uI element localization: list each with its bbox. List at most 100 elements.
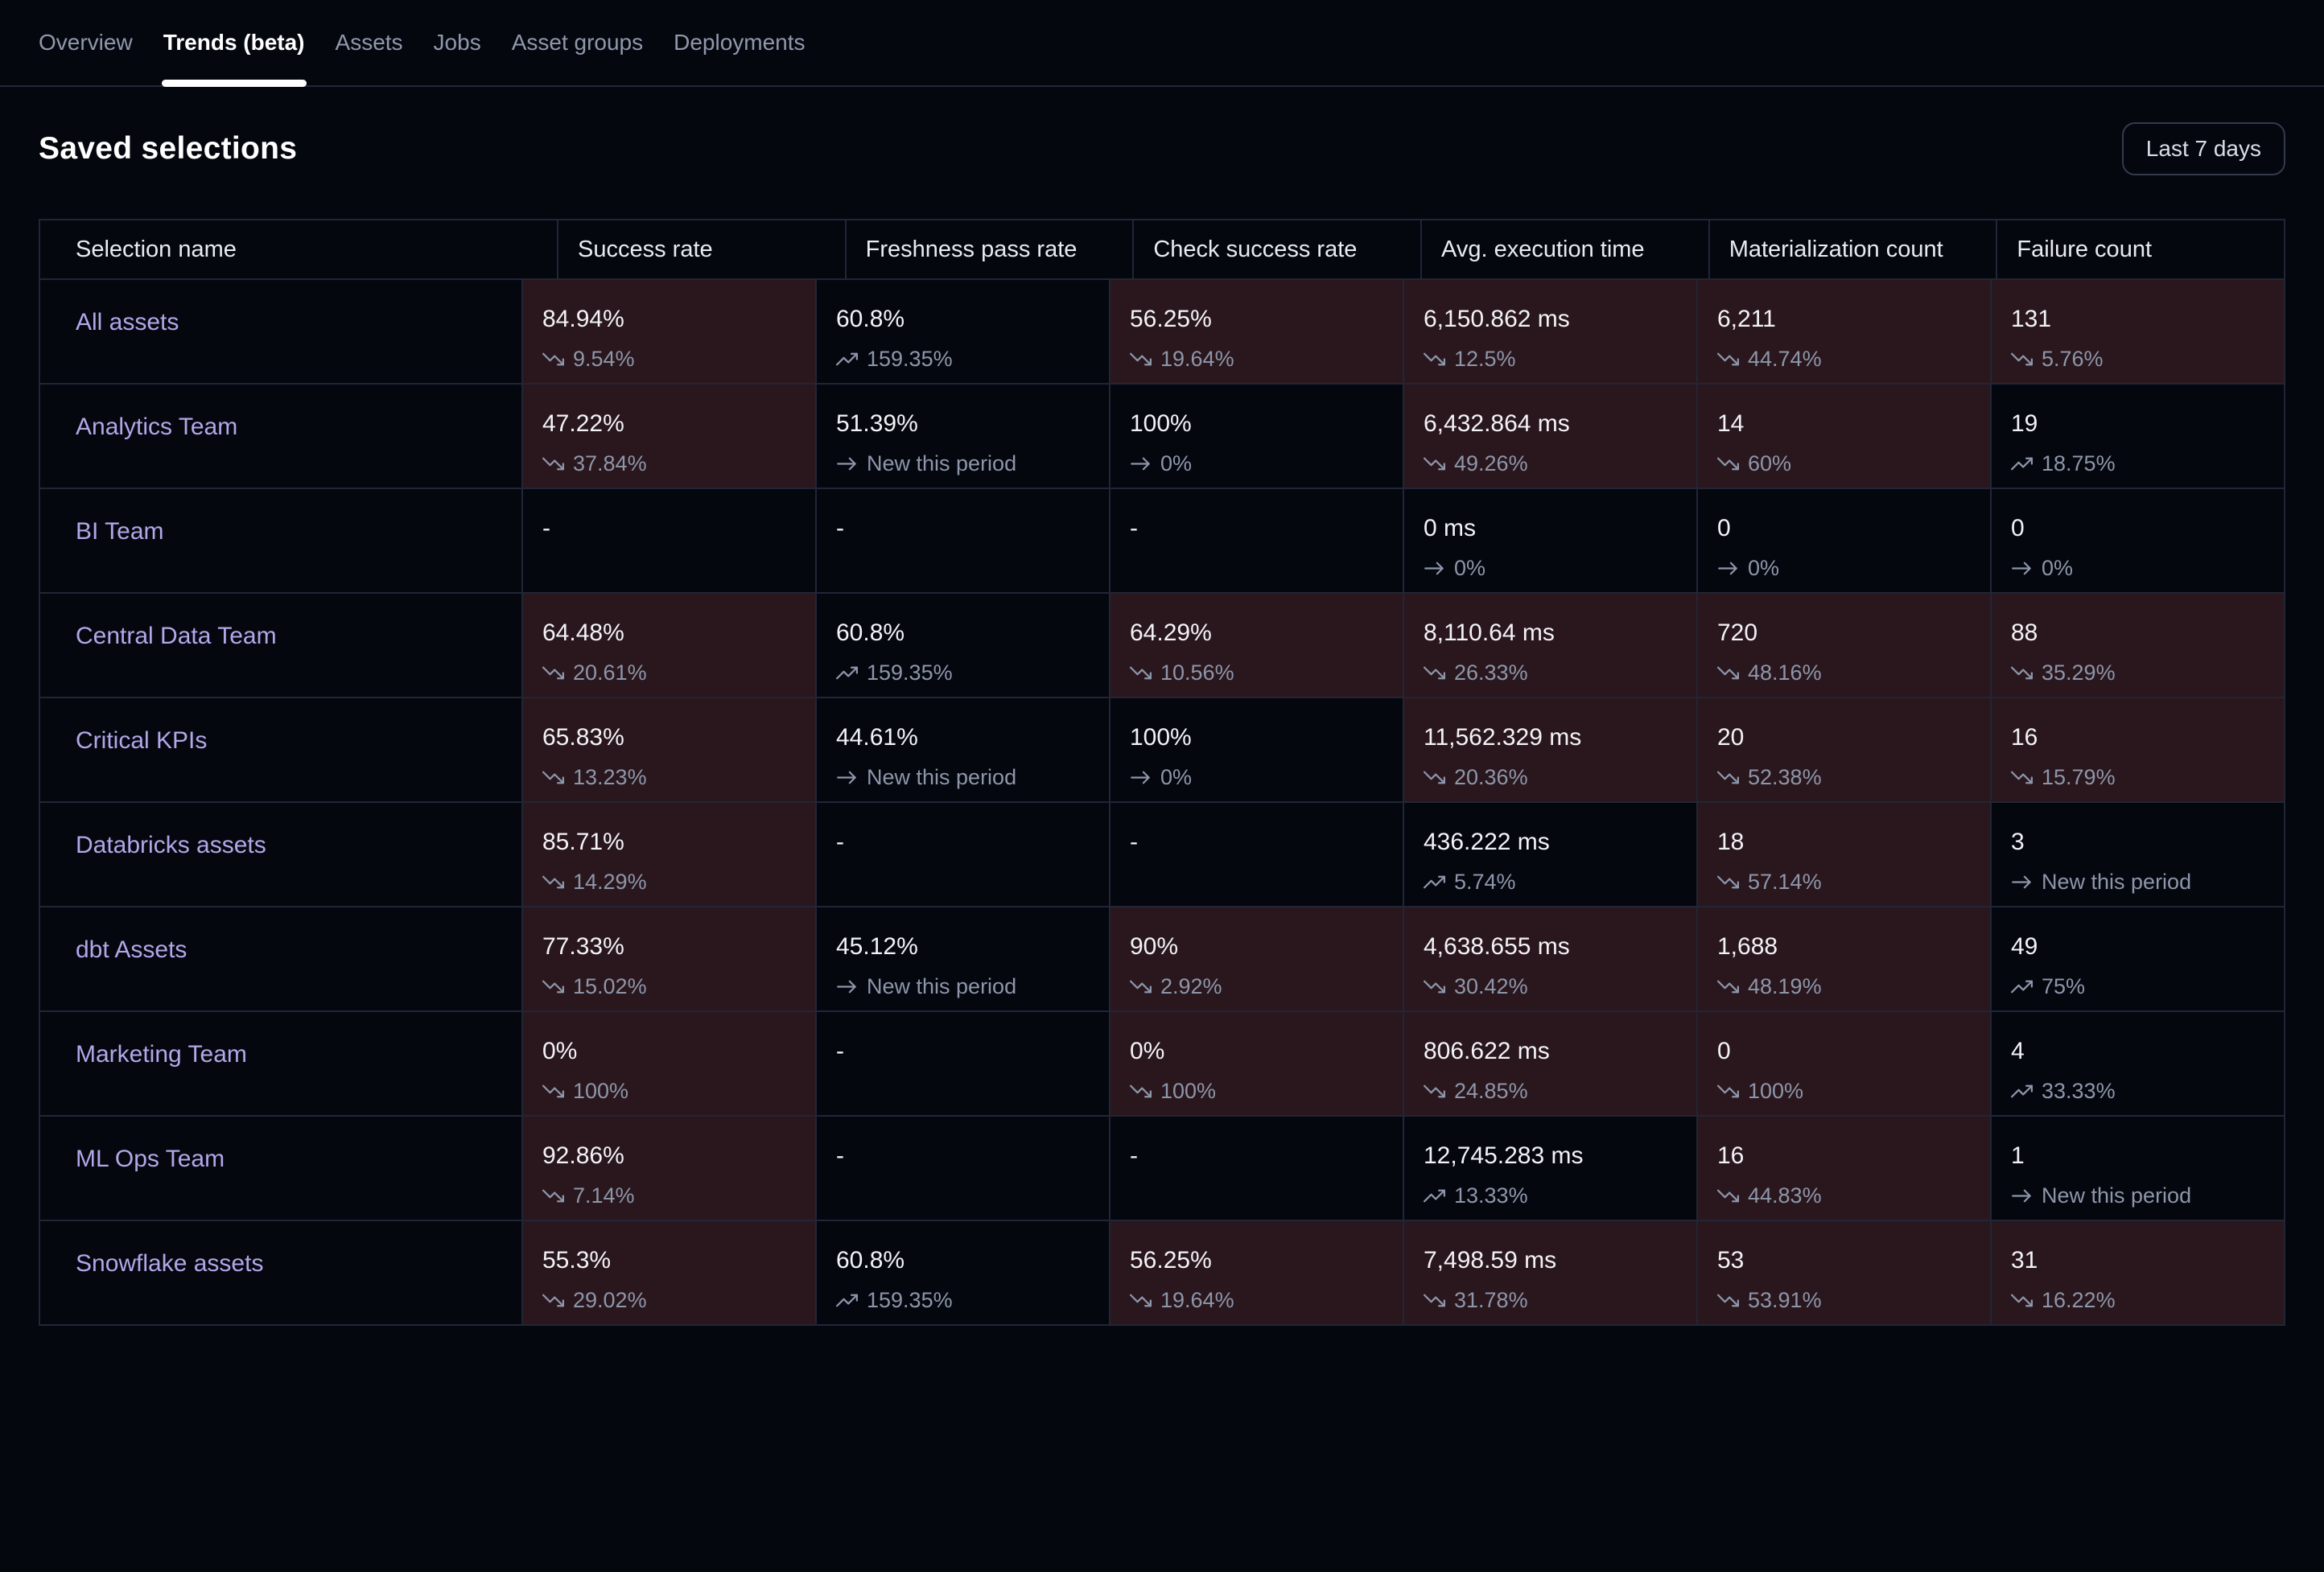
metric-value: 436.222 ms	[1424, 829, 1696, 856]
metric-value: 88	[2011, 619, 2284, 647]
page-header: Saved selections Last 7 days	[39, 122, 2285, 175]
metric-value: -	[836, 515, 1109, 542]
metric-cell: -	[1109, 1117, 1403, 1220]
nav-tab-trends-beta[interactable]: Trends (beta)	[162, 0, 307, 85]
metric-value: 47.22%	[542, 410, 815, 438]
table-header-row: Selection nameSuccess rateFreshness pass…	[40, 220, 2284, 278]
metric-cell: -	[521, 489, 815, 592]
selection-name-cell: dbt Assets	[40, 907, 521, 1010]
metric-delta: 14.29%	[542, 870, 815, 895]
metric-cell: 47.22% 37.84%	[521, 385, 815, 488]
trend-down-icon	[2011, 1290, 2033, 1311]
nav-tab-asset-groups[interactable]: Asset groups	[510, 0, 645, 85]
trend-down-icon	[542, 348, 564, 370]
metric-delta: 0%	[2011, 556, 2284, 581]
metric-cell: 77.33%15.02%	[521, 907, 815, 1010]
metric-delta-label: 2.92%	[1160, 974, 1222, 999]
metric-delta-label: 16.22%	[2042, 1288, 2116, 1313]
table-row: Snowflake assets55.3%29.02%60.8%159.35%5…	[40, 1220, 2284, 1324]
metric-cell: 60.8%159.35%	[815, 594, 1109, 697]
metric-cell: 0%100%	[521, 1012, 815, 1115]
metric-value: 100%	[1130, 410, 1403, 438]
trend-down-icon	[1424, 348, 1445, 370]
trend-down-icon	[1130, 1080, 1152, 1102]
trend-flat-icon	[2011, 558, 2033, 579]
metric-delta: 100%	[542, 1079, 815, 1104]
metric-delta-label: 0%	[1160, 451, 1192, 476]
metric-delta-label: 29.02%	[573, 1288, 647, 1313]
metric-value: 11,562.329 ms	[1424, 724, 1696, 751]
saved-selections-table: Selection nameSuccess rateFreshness pass…	[39, 219, 2285, 1326]
selection-link-bi-team[interactable]: BI Team	[76, 518, 164, 545]
trend-down-icon	[1424, 1290, 1445, 1311]
trend-down-icon	[1130, 348, 1152, 370]
nav-tab-label: Jobs	[434, 30, 481, 56]
metric-delta: 159.35%	[836, 1288, 1109, 1313]
column-header-freshness-pass-rate: Freshness pass rate	[845, 220, 1133, 278]
nav-tab-label: Asset groups	[512, 30, 643, 56]
selection-link-snowflake-assets[interactable]: Snowflake assets	[76, 1250, 263, 1277]
date-range-button[interactable]: Last 7 days	[2122, 122, 2285, 175]
metric-delta-label: 100%	[573, 1079, 628, 1104]
metric-delta-label: 53.91%	[1748, 1288, 1822, 1313]
metric-cell: 92.86%7.14%	[521, 1117, 815, 1220]
metric-delta: 53.91%	[1717, 1288, 1990, 1313]
metric-cell: 12,745.283 ms13.33%	[1403, 1117, 1696, 1220]
trend-up-icon	[836, 662, 858, 684]
metric-delta-label: 10.56%	[1160, 660, 1234, 685]
metric-cell: 6,432.864 ms49.26%	[1403, 385, 1696, 488]
metric-value: 0%	[1130, 1038, 1403, 1065]
metric-cell: -	[1109, 803, 1403, 906]
selection-link-critical-kpis[interactable]: Critical KPIs	[76, 727, 207, 754]
metric-value: 1	[2011, 1142, 2284, 1170]
metric-value: 0	[2011, 515, 2284, 542]
metric-value: 65.83%	[542, 724, 815, 751]
metric-delta: 0%	[1424, 556, 1696, 581]
metric-delta: 60%	[1717, 451, 1990, 476]
trend-down-icon	[1717, 1290, 1739, 1311]
selection-link-databricks-assets[interactable]: Databricks assets	[76, 832, 266, 858]
table-row: dbt Assets77.33%15.02%45.12%New this per…	[40, 906, 2284, 1010]
metric-cell: 64.48%20.61%	[521, 594, 815, 697]
metric-delta: 13.23%	[542, 765, 815, 790]
metric-delta: 75%	[2011, 974, 2284, 999]
metric-cell: 6,21144.74%	[1696, 280, 1990, 383]
nav-tab-jobs[interactable]: Jobs	[432, 0, 483, 85]
selection-link-ml-ops-team[interactable]: ML Ops Team	[76, 1146, 225, 1172]
metric-delta-label: 0%	[2042, 556, 2073, 581]
trend-down-icon	[1424, 1080, 1445, 1102]
selection-link-analytics-team[interactable]: Analytics Team	[76, 414, 237, 440]
nav-tab-deployments[interactable]: Deployments	[672, 0, 806, 85]
nav-tab-overview[interactable]: Overview	[37, 0, 134, 85]
selection-link-marketing-team[interactable]: Marketing Team	[76, 1041, 247, 1068]
metric-delta-label: 100%	[1748, 1079, 1803, 1104]
nav-tab-assets[interactable]: Assets	[334, 0, 405, 85]
metric-value: -	[836, 1038, 1109, 1065]
metric-delta-label: 37.84%	[573, 451, 647, 476]
metric-value: 64.29%	[1130, 619, 1403, 647]
metric-delta: 19.64%	[1130, 347, 1403, 372]
metric-delta: 0%	[1717, 556, 1990, 581]
metric-value: 7,498.59 ms	[1424, 1247, 1696, 1274]
metric-value: -	[1130, 829, 1403, 856]
table-row: Databricks assets85.71%14.29%--436.222 m…	[40, 801, 2284, 906]
metric-cell: 4,638.655 ms30.42%	[1403, 907, 1696, 1010]
metric-value: 0	[1717, 1038, 1990, 1065]
selection-link-dbt-assets[interactable]: dbt Assets	[76, 936, 187, 963]
metric-cell: 806.622 ms24.85%	[1403, 1012, 1696, 1115]
selection-link-all-assets[interactable]: All assets	[76, 309, 179, 335]
metric-cell: 1New this period	[1990, 1117, 2284, 1220]
metric-value: 20	[1717, 724, 1990, 751]
selection-link-central-data-team[interactable]: Central Data Team	[76, 623, 277, 649]
metric-delta-label: 48.19%	[1748, 974, 1822, 999]
metric-cell: 72048.16%	[1696, 594, 1990, 697]
metric-cell: 00%	[1696, 489, 1990, 592]
metric-delta-label: 15.02%	[573, 974, 647, 999]
metric-delta: 2.92%	[1130, 974, 1403, 999]
metric-delta-label: 19.64%	[1160, 347, 1234, 372]
metric-cell: 433.33%	[1990, 1012, 2284, 1115]
metric-delta-label: 12.5%	[1454, 347, 1516, 372]
metric-delta-label: New this period	[867, 974, 1016, 999]
metric-cell: -	[815, 489, 1109, 592]
metric-delta-label: 20.36%	[1454, 765, 1528, 790]
